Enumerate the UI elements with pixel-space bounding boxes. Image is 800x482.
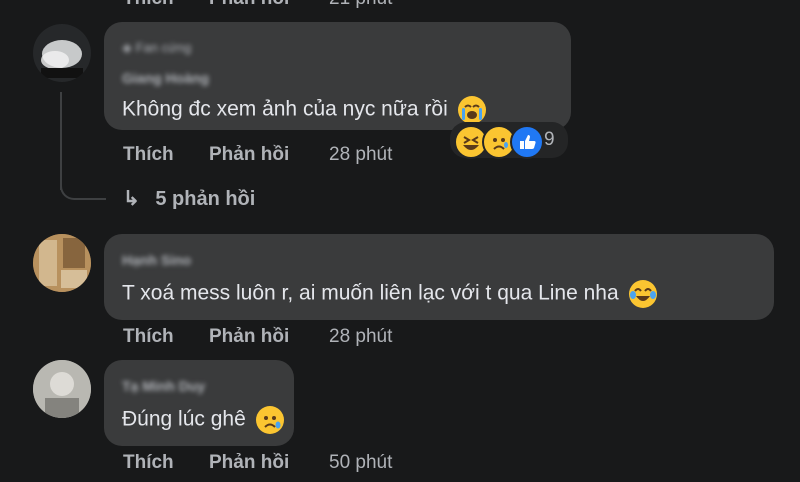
comment-actions: Thích Phản hồi 50 phút: [0, 452, 800, 476]
comment-text-content: Không đc xem ảnh của nyc nữa rồi: [122, 97, 448, 121]
comment-text: Đúng lúc ghê: [122, 406, 284, 434]
like-button[interactable]: Thích: [123, 452, 174, 474]
like-button[interactable]: Thích: [123, 144, 174, 166]
tears-of-joy-face-icon: [628, 280, 657, 308]
reply-button[interactable]: Phản hồi: [209, 452, 289, 474]
like-button[interactable]: Thích: [123, 326, 174, 348]
comment-time: 50 phút: [329, 452, 393, 473]
reply-button[interactable]: Phản hồi: [209, 144, 289, 166]
avatar-image: [41, 40, 83, 78]
crying-face-icon: [457, 96, 486, 124]
sad-sweat-face-icon: [255, 406, 284, 434]
replies-count-label: 5 phản hồi: [155, 188, 256, 210]
reply-arrow-icon: ↳: [123, 188, 140, 210]
commenter-name[interactable]: Tạ Minh Duy: [122, 378, 205, 394]
view-replies-link[interactable]: ↳ 5 phản hồi: [123, 186, 255, 211]
avatar[interactable]: [33, 24, 91, 82]
comment-actions-top: Thích Phản hồi 21 phút: [0, 0, 800, 10]
like-button[interactable]: Thích: [123, 0, 174, 10]
comment-time: 28 phút: [329, 144, 393, 165]
fan-badge: ◈ Fan cứng: [122, 40, 191, 56]
avatar-image: [33, 234, 91, 292]
commenter-name[interactable]: Hạnh Sino: [122, 252, 191, 268]
comment-time: 28 phút: [329, 326, 393, 347]
comment-text: Không đc xem ảnh của nyc nữa rồi: [122, 96, 486, 124]
comment-actions: Thích Phản hồi 28 phút: [0, 144, 800, 168]
badge-label: Fan cứng: [135, 40, 192, 55]
avatar-image: [33, 360, 91, 418]
reply-button[interactable]: Phản hồi: [209, 326, 289, 348]
comment-text-content: Đúng lúc ghê: [122, 407, 246, 431]
avatar[interactable]: [33, 234, 91, 292]
avatar[interactable]: [33, 360, 91, 418]
comment-text-content: T xoá mess luôn r, ai muốn liên lạc với …: [122, 281, 619, 305]
thread-connector: [60, 170, 106, 200]
comment-actions: Thích Phản hồi 28 phút: [0, 326, 800, 350]
commenter-name[interactable]: Giang Hoàng: [122, 70, 209, 86]
comment-text: T xoá mess luôn r, ai muốn liên lạc với …: [122, 280, 657, 308]
comment-time: 21 phút: [329, 0, 392, 10]
reply-button[interactable]: Phản hồi: [209, 0, 289, 10]
diamond-icon: ◈: [122, 40, 132, 55]
